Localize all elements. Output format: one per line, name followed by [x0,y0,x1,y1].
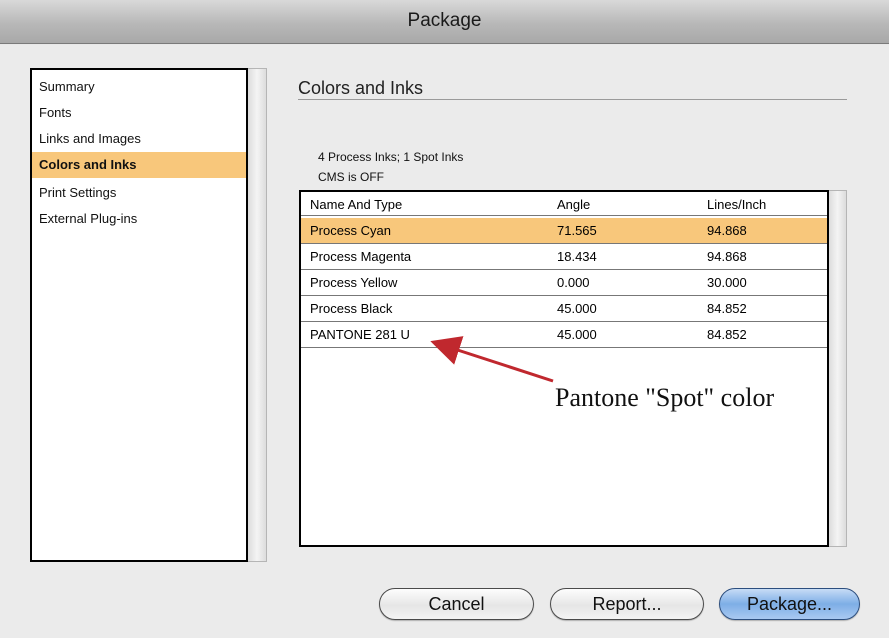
column-header-name-and-type[interactable]: Name And Type [310,197,402,212]
section-divider [298,99,847,100]
annotation-label: Pantone "Spot" color [555,383,775,412]
sidebar-scrollbar[interactable] [248,68,267,562]
ink-angle: 45.000 [557,301,597,316]
ink-lines-per-inch: 94.868 [707,223,747,238]
sidebar-list: Summary Fonts Links and Images Colors an… [30,68,248,562]
ink-name: Process Black [310,301,393,316]
sidebar-item-label: External Plug-ins [39,211,138,226]
sidebar-item-print-settings[interactable]: Print Settings [32,180,246,206]
ink-name: Process Magenta [310,249,412,264]
inks-table: Name And Type Angle Lines/Inch Process C… [299,190,829,547]
sidebar-item-label: Colors and Inks [39,157,137,172]
cancel-button[interactable]: Cancel [379,588,534,620]
cms-status: CMS is OFF [318,170,384,184]
ink-name: PANTONE 281 U [310,327,410,342]
sidebar-item-label: Fonts [39,105,72,120]
ink-name: Process Yellow [310,275,398,290]
sidebar-item-label: Links and Images [39,131,141,146]
sidebar-item-fonts[interactable]: Fonts [32,100,246,126]
sidebar-item-external-plug-ins[interactable]: External Plug-ins [32,206,246,232]
ink-name: Process Cyan [310,223,391,238]
ink-lines-per-inch: 84.852 [707,301,747,316]
column-header-angle[interactable]: Angle [557,197,590,212]
ink-angle: 45.000 [557,327,597,342]
sidebar-item-label: Print Settings [39,185,117,200]
sidebar-item-links-and-images[interactable]: Links and Images [32,126,246,152]
column-header-lines-per-inch[interactable]: Lines/Inch [707,197,766,212]
sidebar-item-colors-and-inks[interactable]: Colors and Inks [32,152,246,178]
ink-lines-per-inch: 84.852 [707,327,747,342]
ink-angle: 0.000 [557,275,590,290]
table-row[interactable]: Process Black 45.000 84.852 [301,296,827,322]
window-title: Package [407,10,482,31]
sidebar-item-label: Summary [39,79,95,94]
table-header: Name And Type Angle Lines/Inch [301,192,827,216]
ink-lines-per-inch: 30.000 [707,275,747,290]
section-title: Colors and Inks [298,78,424,98]
package-button[interactable]: Package... [719,588,860,620]
report-button[interactable]: Report... [550,588,704,620]
title-bar: Package [0,0,889,44]
table-row[interactable]: Process Magenta 18.434 94.868 [301,244,827,270]
sidebar-item-summary[interactable]: Summary [32,74,246,100]
ink-angle: 18.434 [557,249,597,264]
ink-lines-per-inch: 94.868 [707,249,747,264]
dialog-content: Summary Fonts Links and Images Colors an… [0,45,889,638]
ink-angle: 71.565 [557,223,597,238]
table-row[interactable]: PANTONE 281 U 45.000 84.852 [301,322,827,348]
table-row[interactable]: Process Cyan 71.565 94.868 [301,218,827,244]
table-scrollbar[interactable] [829,190,847,547]
ink-summary: 4 Process Inks; 1 Spot Inks [318,150,464,164]
table-row[interactable]: Process Yellow 0.000 30.000 [301,270,827,296]
